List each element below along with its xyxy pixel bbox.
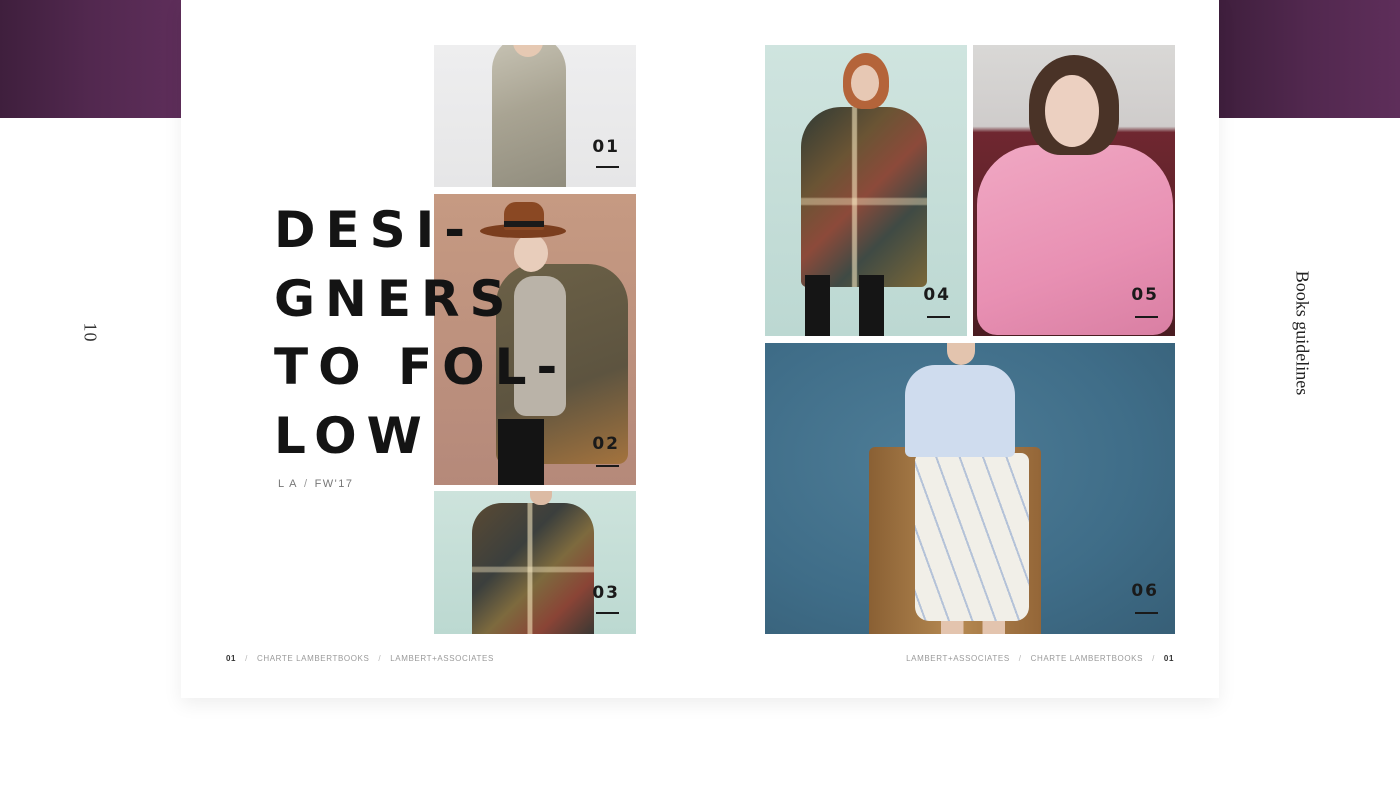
pink-sweater-figure: [977, 145, 1173, 335]
model-face: [1045, 75, 1099, 147]
photo-number: 02: [592, 434, 620, 454]
photo-number: 03: [592, 583, 620, 603]
footer-left: 01 / CHARTE LAMBERTBOOKS / LAMBERT+ASSOCIATE…: [226, 654, 494, 663]
number-underline: [596, 465, 619, 467]
photo-number: 01: [592, 137, 620, 157]
poncho-figure: [472, 503, 594, 634]
season-label: FW'17: [314, 478, 354, 490]
photo-03[interactable]: 03: [434, 491, 636, 634]
number-underline: [596, 612, 619, 614]
headline-line-4: LOW: [274, 406, 432, 465]
number-underline: [596, 166, 619, 168]
headline-line-2: GNERS: [274, 269, 516, 328]
footer-link-charte[interactable]: CHARTE LAMBERTBOOKS: [257, 654, 369, 663]
side-section-title: Books guidelines: [1292, 270, 1313, 396]
photo-01[interactable]: 01: [434, 45, 636, 187]
legs-figure: [941, 621, 1005, 634]
footer-link-charte[interactable]: CHARTE LAMBERTBOOKS: [1031, 654, 1143, 663]
number-underline: [1135, 612, 1158, 614]
photo-number: 04: [923, 285, 951, 305]
headline: DESI- GNERS TO FOL- LOW: [274, 196, 567, 470]
purple-band-left: [0, 0, 181, 118]
brand-label: L A: [278, 478, 298, 490]
footer-page-number: 01: [226, 654, 237, 663]
footer-page-number: 01: [1163, 654, 1174, 663]
footer-link-lambert[interactable]: LAMBERT+ASSOCIATES: [906, 654, 1010, 663]
photo-04[interactable]: 04: [765, 45, 967, 336]
footer-separator: /: [1018, 654, 1022, 663]
purple-band-right: [1219, 0, 1400, 118]
white-shirt: [905, 365, 1015, 457]
photo-05[interactable]: 05: [973, 45, 1175, 336]
number-underline: [1135, 316, 1158, 318]
model-face: [947, 343, 975, 365]
headline-line-3: TO FOL-: [274, 338, 568, 396]
footer-link-lambert[interactable]: LAMBERT+ASSOCIATES: [390, 654, 494, 663]
printed-skirt: [915, 453, 1029, 621]
side-page-number: 10: [80, 322, 101, 343]
dress-figure: [492, 45, 566, 187]
separator: /: [304, 478, 309, 490]
photo-number: 06: [1131, 581, 1159, 601]
model-face: [851, 65, 879, 101]
number-underline: [927, 316, 950, 318]
legs-figure: [805, 275, 895, 336]
footer-separator: /: [378, 654, 382, 663]
footer-separator: /: [1152, 654, 1155, 663]
headline-line-1: DESI-: [274, 201, 476, 259]
footer-right: LAMBERT+ASSOCIATES / CHARTE LAMBERTBOOKS / 0…: [906, 654, 1174, 663]
photo-number: 05: [1131, 285, 1159, 305]
photo-06[interactable]: 06: [765, 343, 1175, 634]
footer-separator: /: [245, 654, 248, 663]
poncho-figure: [801, 107, 927, 287]
brand-season-line: L A / FW'17: [278, 478, 354, 490]
